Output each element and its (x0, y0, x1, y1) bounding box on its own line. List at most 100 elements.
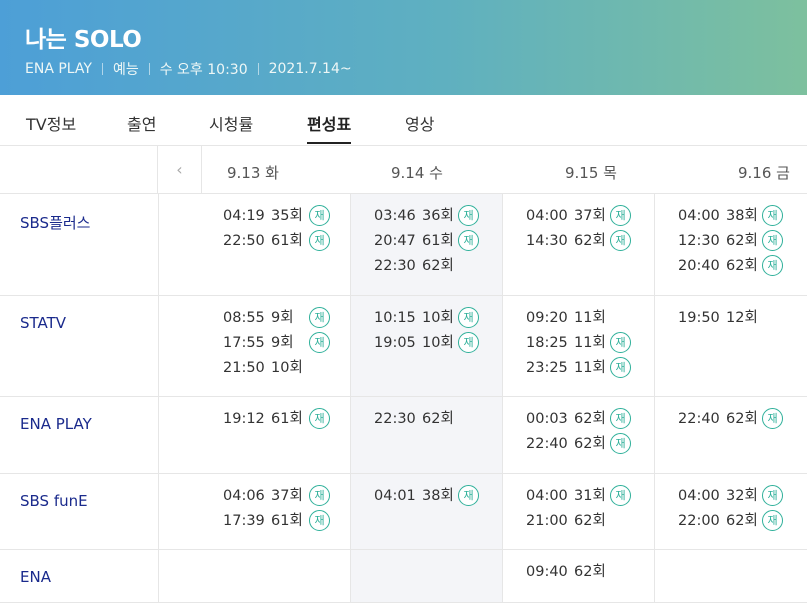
episode-number: 62회 (574, 436, 606, 452)
channel-name[interactable]: STATV (20, 314, 66, 332)
tab-ratings[interactable]: 시청률 (209, 111, 253, 135)
broadcast-entry: 22:40 62회 재 (526, 433, 631, 455)
rerun-badge[interactable]: 재 (458, 307, 479, 328)
episode-number: 36회 (422, 208, 454, 224)
channel-column-header (0, 146, 158, 193)
broadcast-entry: 00:03 62회 재 (526, 408, 631, 430)
schedule-cell: 09:40 62회 (502, 550, 654, 602)
broadcast-time: 22:30 (374, 411, 416, 427)
episode-number: 62회 (726, 411, 758, 427)
broadcast-entry: 22:50 61회 재 (223, 230, 330, 252)
rerun-badge[interactable]: 재 (610, 485, 631, 506)
channel-name[interactable]: SBS플러스 (20, 212, 90, 233)
rerun-badge[interactable]: 재 (458, 205, 479, 226)
channel-name[interactable]: ENA (20, 568, 51, 586)
broadcast-entry: 09:20 11회 (526, 307, 606, 329)
broadcast-entry: 19:50 12회 (678, 307, 758, 329)
rerun-badge[interactable]: 재 (309, 332, 330, 353)
rerun-badge[interactable]: 재 (309, 205, 330, 226)
rerun-badge[interactable]: 재 (610, 205, 631, 226)
schedule-cell: 04:00 37회 재 14:30 62회 재 (502, 194, 654, 295)
rerun-badge[interactable]: 재 (309, 230, 330, 251)
day-label: 9.16 금 (738, 164, 790, 182)
channel-name[interactable]: SBS funE (20, 492, 88, 510)
rerun-badge[interactable]: 재 (610, 408, 631, 429)
schedule-cell: 04:00 31회 재 21:00 62회 (502, 474, 654, 549)
tab-video[interactable]: 영상 (405, 111, 434, 135)
broadcast-entry: 17:39 61회 재 (223, 510, 330, 532)
broadcast-entry: 09:40 62회 (526, 561, 606, 583)
channel-name[interactable]: ENA PLAY (20, 415, 92, 433)
broadcast-entry: 20:40 62회 재 (678, 255, 783, 277)
program-title: 나는 SOLO (25, 27, 142, 53)
broadcast-time: 17:55 (223, 335, 265, 351)
broadcast-time: 22:00 (678, 513, 720, 529)
meta-divider (257, 63, 259, 75)
schedule-cell: 10:15 10회 재 19:05 10회 재 (350, 296, 502, 396)
broadcast-time: 04:06 (223, 488, 265, 504)
broadcast-time: 22:30 (374, 258, 416, 274)
prev-day-button[interactable]: ‹ (158, 146, 202, 193)
rerun-badge[interactable]: 재 (610, 230, 631, 251)
rerun-badge[interactable]: 재 (458, 485, 479, 506)
tab-cast[interactable]: 출연 (127, 111, 156, 135)
broadcast-entry: 14:30 62회 재 (526, 230, 631, 252)
rerun-badge[interactable]: 재 (762, 485, 783, 506)
rerun-badge[interactable]: 재 (458, 230, 479, 251)
rerun-badge[interactable]: 재 (610, 357, 631, 378)
broadcast-entry: 04:00 31회 재 (526, 485, 631, 507)
tab-bar: TV정보 출연 시청률 편성표 영상 (0, 95, 807, 146)
schedule-cell: 04:00 32회 재 22:00 62회 재 (654, 474, 807, 549)
episode-number: 35회 (271, 208, 303, 224)
broadcast-time: 21:50 (223, 360, 265, 376)
broadcast-entry: 19:05 10회 재 (374, 332, 479, 354)
rerun-badge[interactable]: 재 (762, 230, 783, 251)
broadcast-entry: 21:00 62회 (526, 510, 606, 532)
meta-divider (148, 63, 150, 75)
rerun-badge[interactable]: 재 (610, 332, 631, 353)
rerun-badge[interactable]: 재 (610, 433, 631, 454)
rerun-badge[interactable]: 재 (762, 255, 783, 276)
tab-tv-info[interactable]: TV정보 (26, 111, 76, 135)
broadcast-entry: 04:00 32회 재 (678, 485, 783, 507)
episode-number: 31회 (574, 488, 606, 504)
episode-number: 62회 (422, 411, 454, 427)
episode-number: 9회 (271, 335, 294, 351)
rerun-badge[interactable]: 재 (458, 332, 479, 353)
broadcast-time: 04:00 (678, 488, 720, 504)
rerun-badge[interactable]: 재 (309, 408, 330, 429)
schedule-cell: 04:06 37회 재 17:39 61회 재 (158, 474, 350, 549)
episode-number: 10회 (271, 360, 303, 376)
schedule-cell: 08:55 9회 재 17:55 9회 재 21:50 10회 (158, 296, 350, 396)
rerun-badge[interactable]: 재 (762, 408, 783, 429)
episode-number: 11회 (574, 335, 606, 351)
broadcast-time: 18:25 (526, 335, 568, 351)
broadcast-entry: 04:06 37회 재 (223, 485, 330, 507)
rerun-badge[interactable]: 재 (762, 205, 783, 226)
broadcast-entry: 04:00 38회 재 (678, 205, 783, 227)
broadcast-time: 22:40 (678, 411, 720, 427)
schedule-cell (350, 550, 502, 602)
schedule-cell (158, 550, 350, 602)
episode-number: 9회 (271, 310, 294, 326)
schedule-cell: 04:00 38회 재 12:30 62회 재 20:40 62회 재 (654, 194, 807, 295)
broadcast-entry: 21:50 10회 (223, 357, 303, 379)
broadcast-entry: 04:19 35회 재 (223, 205, 330, 227)
broadcast-time: 21:00 (526, 513, 568, 529)
broadcast-entry: 22:00 62회 재 (678, 510, 783, 532)
day-label: 9.13 화 (227, 164, 279, 182)
broadcast-time: 20:40 (678, 258, 720, 274)
broadcast-time: 23:25 (526, 360, 568, 376)
meta-airtime: 수 오후 10:30 (159, 62, 248, 78)
rerun-badge[interactable]: 재 (309, 510, 330, 531)
rerun-badge[interactable]: 재 (309, 307, 330, 328)
broadcast-time: 20:47 (374, 233, 416, 249)
broadcast-entry: 12:30 62회 재 (678, 230, 783, 252)
episode-number: 61회 (271, 233, 303, 249)
episode-number: 62회 (422, 258, 454, 274)
rerun-badge[interactable]: 재 (762, 510, 783, 531)
rerun-badge[interactable]: 재 (309, 485, 330, 506)
broadcast-entry: 17:55 9회 재 (223, 332, 330, 354)
episode-number: 11회 (574, 360, 606, 376)
tab-schedule[interactable]: 편성표 (307, 111, 352, 144)
